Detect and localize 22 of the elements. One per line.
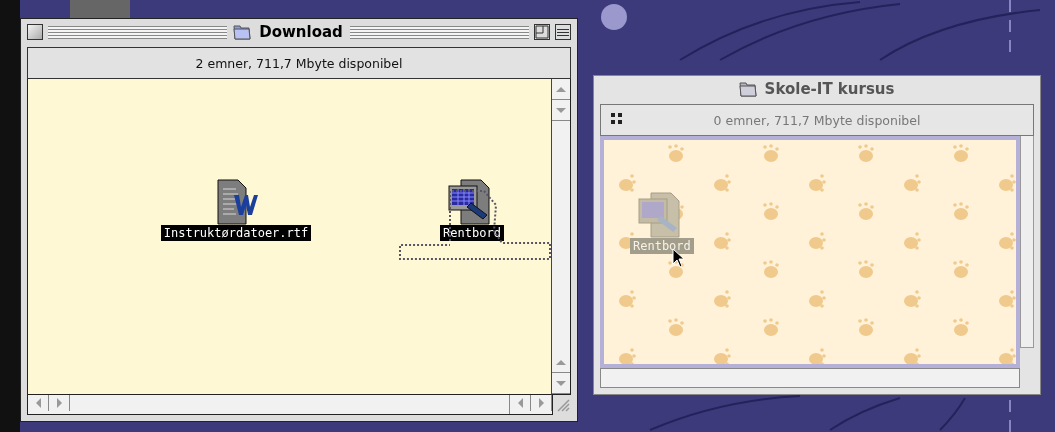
info-text: 0 emner, 711,7 Mbyte disponibel bbox=[713, 112, 921, 128]
circle-decoration bbox=[601, 4, 627, 30]
info-text: 2 emner, 711,7 Mbyte disponibel bbox=[195, 55, 403, 71]
folder-icon bbox=[737, 80, 758, 98]
horizontal-scrollbar[interactable] bbox=[27, 395, 553, 415]
grid-view-icon bbox=[611, 113, 623, 125]
file-icon-item[interactable]: Rentbord bbox=[392, 179, 551, 241]
file-name-label: Rentbord bbox=[630, 238, 694, 254]
background-window-edge bbox=[70, 0, 130, 18]
vertical-scrollbar[interactable] bbox=[551, 79, 571, 395]
file-name-label: Rentbord bbox=[440, 225, 504, 241]
resize-grip-icon[interactable] bbox=[555, 397, 571, 413]
zoom-box-icon[interactable] bbox=[534, 24, 550, 40]
folder-icon bbox=[232, 23, 253, 41]
collapse-box-icon[interactable] bbox=[555, 24, 571, 40]
word-document-icon bbox=[214, 179, 258, 225]
close-box[interactable] bbox=[27, 24, 43, 40]
window-title: Skole-IT kursus bbox=[763, 80, 896, 98]
window-title: Download bbox=[258, 23, 344, 41]
cursor-icon bbox=[672, 248, 686, 268]
file-name-label: Instruktørdatoer.rtf bbox=[160, 225, 312, 241]
file-icon-item[interactable]: Instruktørdatoer.rtf bbox=[156, 179, 316, 241]
